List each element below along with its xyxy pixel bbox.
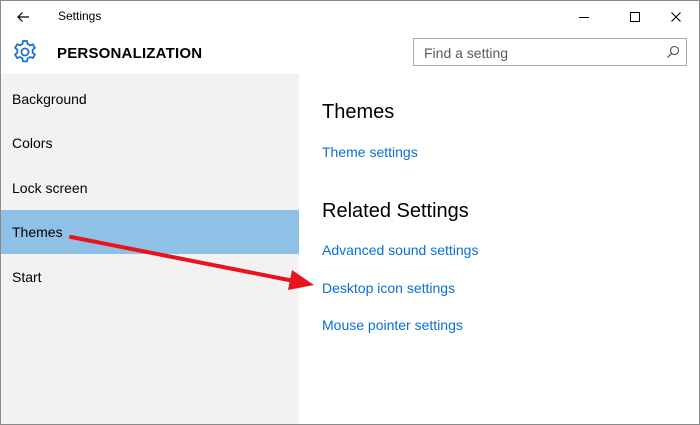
window-title: Settings	[58, 9, 102, 23]
settings-window: Settings PERSONALIZATION Find a setting …	[0, 0, 700, 425]
back-button[interactable]	[7, 3, 39, 31]
page-title: PERSONALIZATION	[57, 45, 203, 62]
desktop-icon-settings-link[interactable]: Desktop icon settings	[322, 280, 455, 296]
sidebar-item-label: Lock screen	[12, 180, 88, 196]
minimize-icon	[579, 16, 589, 18]
title-bar: Settings	[1, 1, 699, 32]
advanced-sound-settings-link[interactable]: Advanced sound settings	[322, 242, 478, 258]
theme-settings-link[interactable]: Theme settings	[322, 144, 418, 160]
search-box[interactable]	[413, 38, 687, 66]
close-icon	[671, 11, 681, 22]
page-header: PERSONALIZATION	[1, 32, 699, 74]
sidebar-item-colors[interactable]: Colors	[1, 121, 299, 165]
sidebar-item-lock-screen[interactable]: Lock screen	[1, 166, 299, 210]
search-icon[interactable]	[666, 45, 680, 59]
sidebar-item-label: Start	[12, 269, 42, 285]
related-settings-heading: Related Settings	[322, 200, 469, 222]
mouse-pointer-settings-link[interactable]: Mouse pointer settings	[322, 317, 463, 333]
back-arrow-icon	[17, 12, 29, 22]
sidebar-item-start[interactable]: Start	[1, 255, 299, 299]
minimize-button[interactable]	[561, 1, 607, 32]
themes-heading: Themes	[322, 101, 395, 123]
maximize-icon	[630, 11, 640, 22]
sidebar-item-label: Background	[12, 91, 87, 107]
search-input[interactable]	[422, 43, 656, 63]
gear-icon	[13, 40, 37, 63]
sidebar: Background Colors Lock screen Themes Sta…	[1, 74, 299, 424]
sidebar-item-label: Colors	[12, 135, 53, 151]
maximize-button[interactable]	[612, 1, 658, 32]
sidebar-item-themes[interactable]: Themes	[1, 210, 299, 254]
main-content: Themes Theme settings Related Settings A…	[299, 74, 699, 424]
sidebar-item-label: Themes	[12, 224, 63, 240]
sidebar-item-background[interactable]: Background	[1, 77, 299, 121]
close-button[interactable]	[653, 1, 699, 32]
